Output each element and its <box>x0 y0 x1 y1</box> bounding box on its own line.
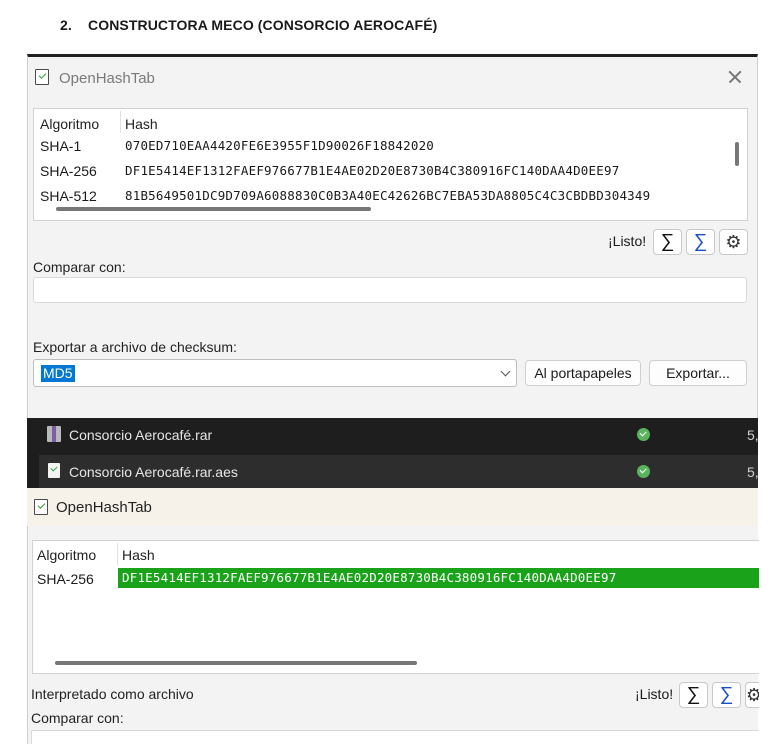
hash-list[interactable]: Algoritmo Hash SHA-256 DF1E5414EF1312FAE… <box>32 540 759 674</box>
openhashtab-app-icon <box>35 69 49 85</box>
selected-format: MD5 <box>41 365 75 382</box>
chevron-down-icon <box>500 366 511 377</box>
sync-ok-icon <box>637 428 650 441</box>
compare-input[interactable] <box>33 277 747 303</box>
compare-label: Comparar con: <box>31 710 124 726</box>
file-name: Consorcio Aerocafé.rar <box>69 427 213 443</box>
window-title: OpenHashTab <box>59 70 155 87</box>
table-row[interactable]: SHA-1 070ED710EAA4420FE6E3955F1D90026F18… <box>34 134 747 158</box>
table-row[interactable]: SHA-512 81B5649501DC9D709A6088830C0B3A40… <box>34 184 747 208</box>
section-heading: 2. CONSTRUCTORA MECO (CONSORCIO AEROCAFÉ) <box>60 17 437 33</box>
column-header-algorithm[interactable]: Algoritmo <box>37 547 96 563</box>
row-hash: 070ED710EAA4420FE6E3955F1D90026F18842020 <box>125 138 435 153</box>
hash-list[interactable]: Algoritmo Hash SHA-1 070ED710EAA4420FE6E… <box>33 108 748 221</box>
column-header-hash[interactable]: Hash <box>125 116 158 132</box>
file-date: 5, <box>747 464 758 480</box>
table-row[interactable]: SHA-256 DF1E5414EF1312FAEF976677B1E4AE02… <box>33 567 759 589</box>
clipboard-button[interactable]: Al portapapeles <box>525 360 641 386</box>
status-text: ¡Listo! <box>608 233 647 249</box>
row-algorithm: SHA-1 <box>40 138 82 154</box>
row-hash: 81B5649501DC9D709A6088830C0B3A40EC42626B… <box>125 188 651 203</box>
column-header-hash[interactable]: Hash <box>122 547 155 563</box>
window-titlebar: OpenHashTab <box>28 57 757 101</box>
openhashtab-window-2: Algoritmo Hash SHA-256 DF1E5414EF1312FAE… <box>27 526 759 744</box>
status-text: ¡Listo! <box>635 686 674 702</box>
row-algorithm: SHA-512 <box>40 188 97 204</box>
sum-icon[interactable]: ∑ <box>653 229 682 255</box>
file-date: 5, <box>747 427 758 443</box>
column-header-algorithm[interactable]: Algoritmo <box>40 116 99 132</box>
file-row[interactable]: Consorcio Aerocafé.rar 5, <box>39 418 758 452</box>
openhashtab-window-1: OpenHashTab Algoritmo Hash SHA-1 070ED71… <box>27 54 758 418</box>
file-row-selected[interactable]: Consorcio Aerocafé.rar.aes 5, <box>39 455 758 488</box>
column-divider[interactable] <box>120 111 121 133</box>
openhashtab-app-icon <box>34 499 48 515</box>
explorer-file-list: Consorcio Aerocafé.rar 5, Consorcio Aero… <box>27 418 758 488</box>
sum-verify-icon[interactable]: ∑ <box>686 229 715 255</box>
row-algorithm: SHA-256 <box>40 163 97 179</box>
sum-icon[interactable]: ∑ <box>679 682 708 708</box>
gear-icon[interactable]: ⚙ <box>745 682 759 708</box>
horizontal-scrollbar[interactable] <box>55 661 417 665</box>
close-icon[interactable] <box>725 67 745 87</box>
compare-input[interactable] <box>31 730 759 744</box>
gear-icon[interactable]: ⚙ <box>719 229 748 255</box>
horizontal-scrollbar[interactable] <box>56 207 371 211</box>
window-title: OpenHashTab <box>56 499 152 516</box>
section-title: CONSTRUCTORA MECO (CONSORCIO AEROCAFÉ) <box>88 17 438 33</box>
row-hash: DF1E5414EF1312FAEF976677B1E4AE02D20E8730… <box>125 163 620 178</box>
row-algorithm: SHA-256 <box>37 571 94 587</box>
file-name: Consorcio Aerocafé.rar.aes <box>69 464 238 480</box>
aes-file-icon <box>48 463 60 478</box>
row-hash: DF1E5414EF1312FAEF976677B1E4AE02D20E8730… <box>122 570 617 585</box>
export-label: Exportar a archivo de checksum: <box>33 339 237 355</box>
vertical-scrollbar[interactable] <box>735 142 739 166</box>
table-row[interactable]: SHA-256 DF1E5414EF1312FAEF976677B1E4AE02… <box>34 159 747 183</box>
sync-ok-icon <box>637 465 650 478</box>
checksum-format-select[interactable]: MD5 <box>33 359 517 387</box>
interpreted-label: Interpretado como archivo <box>31 686 194 702</box>
column-divider[interactable] <box>117 543 118 565</box>
export-button[interactable]: Exportar... <box>649 360 747 386</box>
openhashtab-window-2-titlebar: OpenHashTab <box>27 488 758 526</box>
rar-file-icon <box>47 426 61 442</box>
compare-label: Comparar con: <box>33 259 126 275</box>
section-number: 2. <box>60 17 72 33</box>
sum-verify-icon[interactable]: ∑ <box>712 682 741 708</box>
